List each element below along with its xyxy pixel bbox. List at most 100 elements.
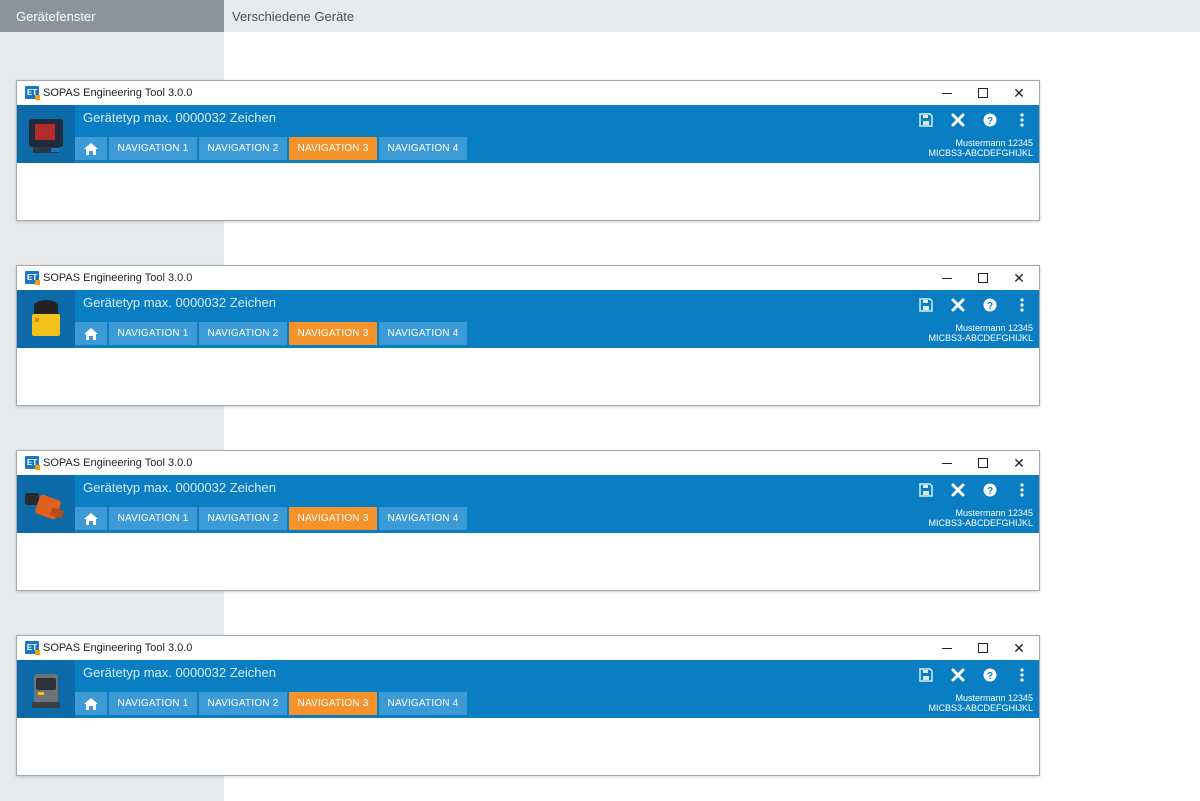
nav-button-4[interactable]: NAVIGATION 4 xyxy=(379,322,467,345)
content-area xyxy=(17,718,1039,775)
window-titlebar[interactable]: ET SOPAS Engineering Tool 3.0.0 ✕ xyxy=(17,81,1039,105)
svg-text:?: ? xyxy=(987,116,993,127)
device-window-tab[interactable]: Gerätefenster xyxy=(0,0,224,32)
help-icon: ? xyxy=(983,113,997,127)
maximize-icon xyxy=(978,273,988,283)
home-icon xyxy=(84,142,98,155)
disconnect-button[interactable] xyxy=(949,296,967,314)
device-id: MICBS3-ABCDEFGHIJKL xyxy=(928,518,1033,528)
kebab-menu-icon xyxy=(1020,483,1024,497)
header-actions: ? xyxy=(917,481,1031,499)
close-window-button[interactable]: ✕ xyxy=(1001,636,1037,660)
home-button[interactable] xyxy=(75,692,107,715)
more-menu-button[interactable] xyxy=(1013,111,1031,129)
save-button[interactable] xyxy=(917,481,935,499)
nav-button-3[interactable]: NAVIGATION 3 xyxy=(289,137,377,160)
nav-button-1[interactable]: NAVIGATION 1 xyxy=(109,692,197,715)
help-button[interactable]: ? xyxy=(981,666,999,684)
window-titlebar[interactable]: ET SOPAS Engineering Tool 3.0.0 ✕ xyxy=(17,266,1039,290)
close-window-button[interactable]: ✕ xyxy=(1001,451,1037,475)
user-info: Mustermann 12345 MICBS3-ABCDEFGHIJKL xyxy=(928,693,1033,713)
kebab-menu-icon xyxy=(1020,113,1024,127)
app-window-3: ET SOPAS Engineering Tool 3.0.0 ✕ Geräte… xyxy=(16,450,1040,591)
page-title: Verschiedene Geräte xyxy=(232,8,355,24)
svg-text:?: ? xyxy=(987,301,993,312)
sopas-app-icon: ET xyxy=(25,271,40,285)
maximize-icon xyxy=(978,458,988,468)
home-button[interactable] xyxy=(75,507,107,530)
help-button[interactable]: ? xyxy=(981,481,999,499)
maximize-button[interactable] xyxy=(965,451,1001,475)
home-icon xyxy=(84,512,98,525)
maximize-button[interactable] xyxy=(965,266,1001,290)
user-info: Mustermann 12345 MICBS3-ABCDEFGHIJKL xyxy=(928,508,1033,528)
minimize-button[interactable] xyxy=(929,266,965,290)
nav-button-3[interactable]: NAVIGATION 3 xyxy=(289,507,377,530)
x-icon xyxy=(951,113,965,127)
save-button[interactable] xyxy=(917,666,935,684)
help-button[interactable]: ? xyxy=(981,296,999,314)
disconnect-button[interactable] xyxy=(949,481,967,499)
nav-button-2[interactable]: NAVIGATION 2 xyxy=(199,137,287,160)
orange-encoder-device-icon xyxy=(17,475,75,533)
user-name: Mustermann 12345 xyxy=(955,323,1033,333)
device-type-label: Gerätetyp max. 0000032 Zeichen xyxy=(83,295,276,310)
more-menu-button[interactable] xyxy=(1013,296,1031,314)
nav-button-2[interactable]: NAVIGATION 2 xyxy=(199,322,287,345)
header-actions: ? xyxy=(917,111,1031,129)
minimize-button[interactable] xyxy=(929,451,965,475)
nav-button-1[interactable]: NAVIGATION 1 xyxy=(109,137,197,160)
device-window-tab-label: Gerätefenster xyxy=(16,8,96,24)
nav-button-3[interactable]: NAVIGATION 3 xyxy=(289,322,377,345)
help-icon: ? xyxy=(983,483,997,497)
disconnect-button[interactable] xyxy=(949,111,967,129)
sopas-app-icon: ET xyxy=(25,641,40,655)
save-icon xyxy=(919,483,933,497)
gray-lidar-device-icon xyxy=(17,660,75,718)
window-titlebar[interactable]: ET SOPAS Engineering Tool 3.0.0 ✕ xyxy=(17,451,1039,475)
help-icon: ? xyxy=(983,668,997,682)
sopas-app-icon: ET xyxy=(25,456,40,470)
user-name: Mustermann 12345 xyxy=(955,693,1033,703)
nav-button-4[interactable]: NAVIGATION 4 xyxy=(379,137,467,160)
nav-button-1[interactable]: NAVIGATION 1 xyxy=(109,322,197,345)
help-button[interactable]: ? xyxy=(981,111,999,129)
nav-button-2[interactable]: NAVIGATION 2 xyxy=(199,507,287,530)
device-header: Gerätetyp max. 0000032 Zeichen NAVIGATIO… xyxy=(17,290,1039,348)
help-icon: ? xyxy=(983,298,997,312)
window-title: SOPAS Engineering Tool 3.0.0 xyxy=(43,272,193,284)
close-window-button[interactable]: ✕ xyxy=(1001,266,1037,290)
device-header: Gerätetyp max. 0000032 Zeichen NAVIGATIO… xyxy=(17,475,1039,533)
home-button[interactable] xyxy=(75,137,107,160)
window-title: SOPAS Engineering Tool 3.0.0 xyxy=(43,642,193,654)
x-icon xyxy=(951,298,965,312)
dark-sensor-device-icon xyxy=(17,105,75,163)
nav-button-4[interactable]: NAVIGATION 4 xyxy=(379,692,467,715)
device-id: MICBS3-ABCDEFGHIJKL xyxy=(928,333,1033,343)
more-menu-button[interactable] xyxy=(1013,666,1031,684)
nav-button-2[interactable]: NAVIGATION 2 xyxy=(199,692,287,715)
nav-button-3[interactable]: NAVIGATION 3 xyxy=(289,692,377,715)
minimize-icon xyxy=(942,462,952,464)
kebab-menu-icon xyxy=(1020,668,1024,682)
app-window-2: ET SOPAS Engineering Tool 3.0.0 ✕ Geräte… xyxy=(16,265,1040,406)
close-icon: ✕ xyxy=(1013,454,1025,471)
disconnect-button[interactable] xyxy=(949,666,967,684)
close-icon: ✕ xyxy=(1013,639,1025,656)
more-menu-button[interactable] xyxy=(1013,481,1031,499)
close-window-button[interactable]: ✕ xyxy=(1001,81,1037,105)
minimize-button[interactable] xyxy=(929,81,965,105)
nav-button-4[interactable]: NAVIGATION 4 xyxy=(379,507,467,530)
content-area xyxy=(17,533,1039,590)
maximize-button[interactable] xyxy=(965,636,1001,660)
save-button[interactable] xyxy=(917,296,935,314)
minimize-button[interactable] xyxy=(929,636,965,660)
maximize-button[interactable] xyxy=(965,81,1001,105)
window-title: SOPAS Engineering Tool 3.0.0 xyxy=(43,87,193,99)
nav-button-1[interactable]: NAVIGATION 1 xyxy=(109,507,197,530)
header-actions: ? xyxy=(917,666,1031,684)
save-button[interactable] xyxy=(917,111,935,129)
user-info: Mustermann 12345 MICBS3-ABCDEFGHIJKL xyxy=(928,138,1033,158)
home-button[interactable] xyxy=(75,322,107,345)
window-titlebar[interactable]: ET SOPAS Engineering Tool 3.0.0 ✕ xyxy=(17,636,1039,660)
